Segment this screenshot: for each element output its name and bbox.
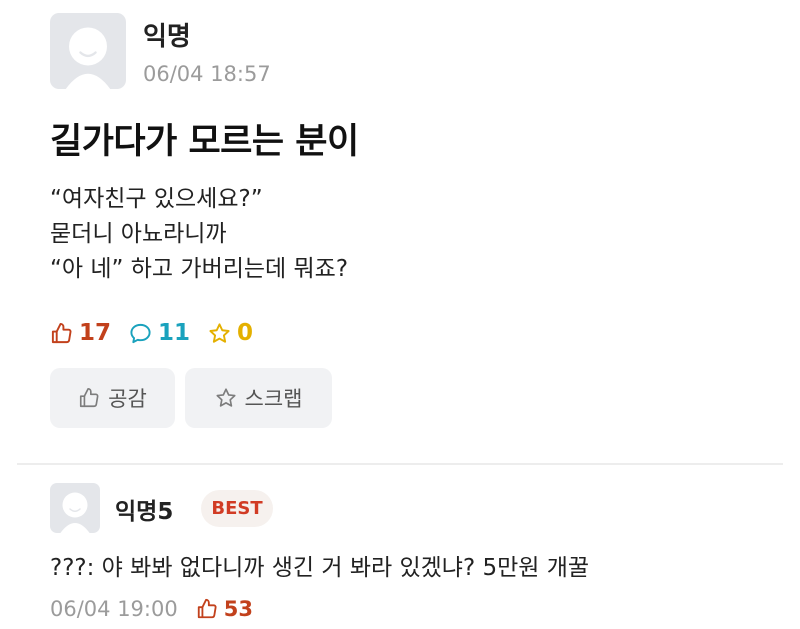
star-icon xyxy=(215,388,236,407)
section-divider xyxy=(17,463,783,465)
speech-bubble-icon xyxy=(130,323,151,343)
thumbs-up-icon xyxy=(197,598,217,619)
post-body: “여자친구 있으세요?” 묻더니 아뇨라니까 “아 네” 하고 가버리는데 뭐죠… xyxy=(50,182,348,287)
scrap-count-value: 0 xyxy=(237,320,254,346)
best-badge: BEST xyxy=(201,490,273,527)
scrap-count: 0 xyxy=(208,320,253,346)
post-timestamp: 06/04 18:57 xyxy=(143,62,271,86)
thumbs-up-icon xyxy=(51,322,72,343)
comment-count: 11 xyxy=(129,320,190,346)
comment-meta: 06/04 19:00 53 xyxy=(50,594,253,624)
scrap-button[interactable]: 스크랩 xyxy=(185,368,332,428)
comment-author-name: 익명5 xyxy=(115,499,174,525)
like-button-label: 공감 xyxy=(108,387,147,411)
post-author-name: 익명 xyxy=(143,22,191,52)
thumbs-up-icon xyxy=(80,388,99,408)
comment-text: ???: 야 봐봐 없다니까 생긴 거 봐라 있겠냐? 5만원 개꿀 xyxy=(50,555,590,581)
star-icon xyxy=(209,322,230,343)
like-count: 17 xyxy=(50,320,111,346)
like-button[interactable]: 공감 xyxy=(50,368,175,428)
comment-author-avatar xyxy=(50,483,100,533)
post-body-line: “아 네” 하고 가버리는데 뭐죠? xyxy=(50,256,349,282)
post-body-line: 묻더니 아뇨라니까 xyxy=(50,221,227,247)
post-body-line: “여자친구 있으세요?” xyxy=(50,186,263,212)
like-count-value: 17 xyxy=(79,320,112,346)
anonymous-avatar-icon xyxy=(65,27,111,89)
anonymous-avatar-icon xyxy=(60,492,90,533)
post-title: 길가다가 모르는 분이 xyxy=(50,122,359,162)
scrap-button-label: 스크랩 xyxy=(244,387,303,411)
comment-like-count: 53 xyxy=(223,597,253,621)
comment-like-button[interactable]: 53 xyxy=(196,597,253,621)
post-author-avatar xyxy=(50,13,126,89)
post-stats: 17 11 0 xyxy=(50,316,271,350)
comment-timestamp: 06/04 19:00 xyxy=(50,597,178,621)
comment-count-value: 11 xyxy=(158,320,191,346)
